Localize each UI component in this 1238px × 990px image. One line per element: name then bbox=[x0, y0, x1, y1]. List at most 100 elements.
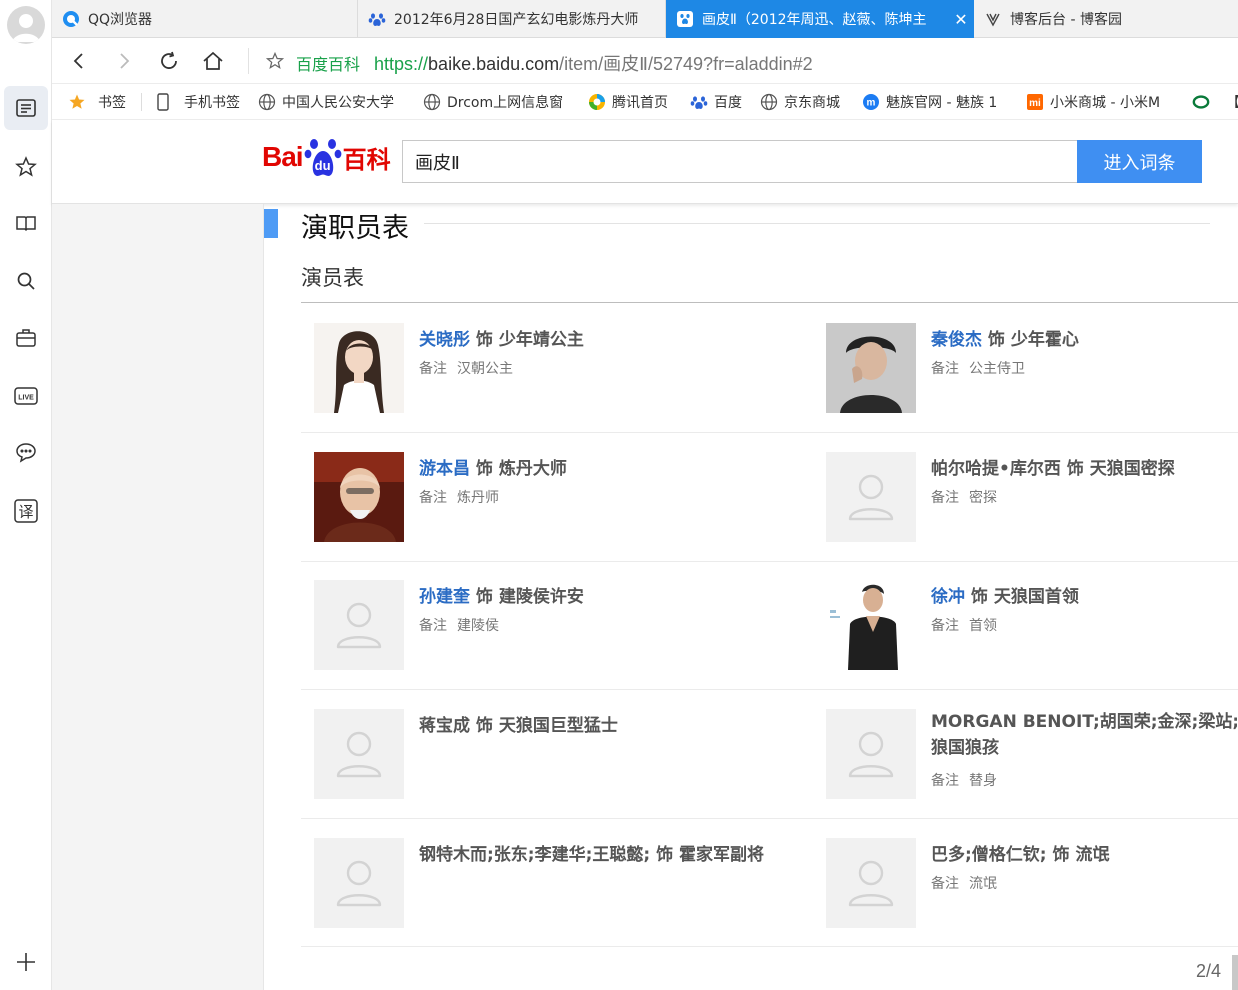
note-label: 备注 bbox=[931, 618, 959, 634]
favorites-star-icon[interactable] bbox=[4, 145, 48, 189]
note-label: 备注 bbox=[419, 361, 447, 377]
tab-lian-dan-da-shi[interactable]: 2012年6月28日国产玄幻电影炼丹大师 bbox=[358, 0, 666, 38]
avatar-placeholder-icon[interactable] bbox=[314, 709, 404, 799]
home-button[interactable] bbox=[198, 46, 228, 76]
svg-text:译: 译 bbox=[18, 503, 33, 521]
actor-name: 钢特木而;张东;李建华;王聪懿; bbox=[419, 845, 651, 865]
cast-name: 蒋宝成 饰 天狼国巨型猛士 bbox=[419, 711, 618, 736]
search-input[interactable] bbox=[402, 140, 1078, 183]
bookmark-label: 京东商城 bbox=[784, 95, 840, 111]
actor-link[interactable]: 孙建奎 bbox=[419, 587, 470, 607]
cast-name: 游本昌 饰 炼丹大师 bbox=[419, 454, 567, 479]
bookmark-item[interactable]: 中国人民公安大学 bbox=[258, 84, 406, 120]
actor-name: 蒋宝成 bbox=[419, 716, 470, 736]
baike-logo[interactable]: Bai du 百科 bbox=[262, 134, 391, 180]
user-avatar[interactable] bbox=[7, 6, 45, 44]
divider bbox=[141, 93, 142, 111]
note-value: 密探 bbox=[969, 490, 997, 506]
baike-header: Bai du 百科 进入词条 bbox=[52, 120, 1238, 204]
bookmarks-bar: 书签 手机书签 中国人民公安大学 Drcom上网信息窗 腾讯首页 百度 京东商城… bbox=[52, 84, 1238, 120]
cast-name: 巴多;僧格仁钦; 饰 流氓 bbox=[931, 840, 1109, 865]
avatar-placeholder-icon[interactable] bbox=[314, 580, 404, 670]
actor-link[interactable]: 秦俊杰 bbox=[931, 330, 982, 350]
scrollbar-thumb[interactable] bbox=[1232, 955, 1238, 990]
row-divider bbox=[301, 689, 1238, 690]
enter-entry-button[interactable]: 进入词条 bbox=[1077, 140, 1202, 183]
add-icon[interactable] bbox=[4, 940, 48, 984]
bookmark-label: Drcom上网信息窗 bbox=[447, 95, 564, 111]
avatar-placeholder-icon[interactable] bbox=[314, 838, 404, 928]
bookmark-label: 魅族官网 - 魅族 1 bbox=[886, 95, 998, 111]
avatar-placeholder-icon[interactable] bbox=[826, 452, 916, 542]
tencent-icon bbox=[588, 93, 606, 111]
svg-text:mi: mi bbox=[1029, 98, 1041, 109]
note-value: 首领 bbox=[969, 618, 997, 634]
actor-link[interactable]: 徐冲 bbox=[931, 587, 965, 607]
baidu-du-icon bbox=[676, 10, 694, 28]
bookmark-label: 【( bbox=[1226, 92, 1238, 112]
page-indicator[interactable]: 2/4 bbox=[1196, 961, 1221, 982]
back-button[interactable] bbox=[64, 46, 94, 76]
baidu-paw-icon bbox=[690, 93, 708, 111]
reader-book-icon[interactable] bbox=[4, 201, 48, 245]
tab-label: QQ浏览器 bbox=[88, 12, 153, 28]
cast-note: 备注 炼丹师 bbox=[419, 487, 499, 507]
refresh-button[interactable] bbox=[154, 46, 184, 76]
cast-name: 帕尔哈提•库尔西 饰 天狼国密探 bbox=[931, 454, 1175, 479]
actor-photo[interactable] bbox=[826, 323, 916, 413]
actor-photo[interactable] bbox=[826, 580, 916, 670]
url-path: /item/画皮Ⅱ/52749?fr=aladdin#2 bbox=[559, 54, 813, 74]
note-value: 流氓 bbox=[969, 876, 997, 892]
logo-baike-text: 百科 bbox=[342, 145, 391, 174]
actor-name: 帕尔哈提•库尔西 bbox=[931, 459, 1061, 479]
url-field[interactable]: 百度百科 https://baike.baidu.com/item/画皮Ⅱ/527… bbox=[296, 50, 813, 76]
briefcase-icon[interactable] bbox=[4, 316, 48, 360]
section-marker bbox=[264, 209, 278, 238]
cast-role: 饰 天狼国巨型猛士 bbox=[475, 716, 618, 736]
bookmark-item[interactable]: 京东商城 bbox=[760, 84, 840, 120]
close-tab-icon[interactable]: ✕ bbox=[948, 10, 974, 29]
bookmark-item[interactable]: m 魅族官网 - 魅族 1 bbox=[862, 84, 1010, 120]
actor-photo[interactable] bbox=[314, 452, 404, 542]
bookmark-item[interactable]: mi 小米商城 - 小米M bbox=[1026, 84, 1174, 120]
tab-hua-pi-2[interactable]: 画皮Ⅱ（2012年周迅、赵薇、陈坤主 ✕ bbox=[666, 0, 974, 38]
cast-role: 饰 少年霍心 bbox=[987, 330, 1079, 350]
forward-button[interactable] bbox=[109, 46, 139, 76]
bookmark-item[interactable]: 百度 bbox=[690, 84, 742, 120]
cast-name: 关晓彤 饰 少年靖公主 bbox=[419, 325, 584, 350]
bookmark-item[interactable]: Drcom上网信息窗 bbox=[423, 84, 563, 120]
tab-blog-admin[interactable]: 博客后台 - 博客园 bbox=[974, 0, 1238, 38]
actor-link[interactable]: 关晓彤 bbox=[419, 330, 470, 350]
note-label: 备注 bbox=[419, 490, 447, 506]
cast-role: 饰 天狼国密探 bbox=[1066, 459, 1175, 479]
note-value: 建陵侯 bbox=[457, 618, 499, 634]
actor-link[interactable]: 游本昌 bbox=[419, 459, 470, 479]
note-value: 公主侍卫 bbox=[969, 361, 1025, 377]
cast-note: 备注 公主侍卫 bbox=[931, 358, 1025, 378]
note-label: 备注 bbox=[931, 490, 959, 506]
chat-bubble-icon[interactable] bbox=[4, 430, 48, 474]
avatar-placeholder-icon[interactable] bbox=[826, 838, 916, 928]
feed-icon[interactable] bbox=[4, 86, 48, 130]
tab-bar: QQ浏览器 2012年6月28日国产玄幻电影炼丹大师 画皮Ⅱ（2012年周迅、赵… bbox=[52, 0, 1238, 38]
translate-icon[interactable]: 译 bbox=[4, 489, 48, 533]
avatar-placeholder-icon[interactable] bbox=[826, 709, 916, 799]
bookmark-item[interactable]: 手机书签 bbox=[154, 84, 240, 120]
section-title: 演职员表 bbox=[301, 213, 409, 244]
tab-qq-browser[interactable]: QQ浏览器 bbox=[52, 0, 358, 38]
svg-text:LIVE: LIVE bbox=[18, 395, 34, 402]
url-host: baike.baidu.com bbox=[428, 54, 560, 74]
search-icon[interactable] bbox=[4, 259, 48, 303]
bookmark-item[interactable]: 【( bbox=[1192, 84, 1238, 120]
bookmark-item[interactable]: 腾讯首页 bbox=[588, 84, 668, 120]
actor-name: 巴多;僧格仁钦; bbox=[931, 845, 1047, 865]
bookmark-item[interactable]: 书签 bbox=[68, 84, 126, 120]
cast-role: 饰 天狼国首领 bbox=[970, 587, 1079, 607]
actor-photo[interactable] bbox=[314, 323, 404, 413]
cast-name: 徐冲 饰 天狼国首领 bbox=[931, 582, 1079, 607]
bookmark-star-icon[interactable] bbox=[260, 46, 290, 76]
live-icon[interactable]: LIVE bbox=[4, 374, 48, 418]
note-value: 汉朝公主 bbox=[457, 361, 513, 377]
qq-browser-icon bbox=[62, 10, 80, 28]
cast-note: 备注 建陵侯 bbox=[419, 615, 499, 635]
